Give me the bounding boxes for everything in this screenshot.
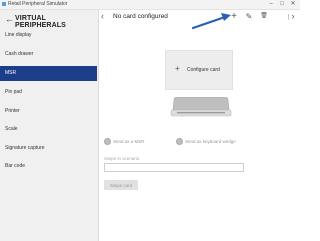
add-card-icon[interactable]: + [229,11,239,22]
sidebar-item-printer[interactable]: Printer [0,104,97,119]
main-panel: ‹ No card configured + ✎ 🗑 › + Configure… [99,10,300,241]
sidebar-item-line-display[interactable]: Line display [0,28,97,43]
sidebar-item-cash-drawer[interactable]: Cash drawer [0,47,97,62]
back-arrow-icon[interactable]: ← [5,14,14,24]
card-title: No card configured [113,13,168,20]
card-reader-icon [170,97,232,117]
sidebar-item-msr[interactable]: MSR [0,66,97,81]
radio-label-keyboard-wedge: Send as keyboard wedge [185,139,236,144]
radio-label-msr: Send as a MSR [113,139,145,144]
sidebar-item-scale[interactable]: Scale [0,122,97,137]
close-button[interactable]: ✕ [288,0,298,9]
window-title: Retail Peripheral Simulator [8,1,68,7]
plus-icon: + [175,64,180,73]
previous-card-icon[interactable]: ‹ [101,11,109,22]
app-icon [2,2,6,6]
radio-circle [176,138,183,145]
configure-card-label: Configure card [187,67,220,73]
swipe-scenario-label: Swipe in scenario [104,156,140,161]
sidebar: ← VIRTUAL PERIPHERALS Line display Cash … [0,10,99,241]
radio-circle [104,138,111,145]
edit-pencil-icon[interactable]: ✎ [244,11,254,22]
sidebar-item-pin-pad[interactable]: Pin pad [0,85,97,100]
title-bar: Retail Peripheral Simulator – □ ✕ [0,0,300,10]
maximize-button[interactable]: □ [277,0,287,9]
swipe-scenario-input[interactable] [104,163,244,172]
delete-trash-icon[interactable]: 🗑 [259,11,269,22]
minimize-button[interactable]: – [266,0,276,9]
sidebar-item-bar-code[interactable]: Bar code [0,159,97,174]
next-card-icon[interactable]: › [288,11,298,22]
configure-card-button[interactable]: + Configure card [165,50,233,90]
sidebar-item-signature-capture[interactable]: Signature capture [0,141,97,156]
sidebar-title: VIRTUAL PERIPHERALS [15,15,66,29]
swipe-card-button[interactable]: Swipe card [104,180,138,190]
